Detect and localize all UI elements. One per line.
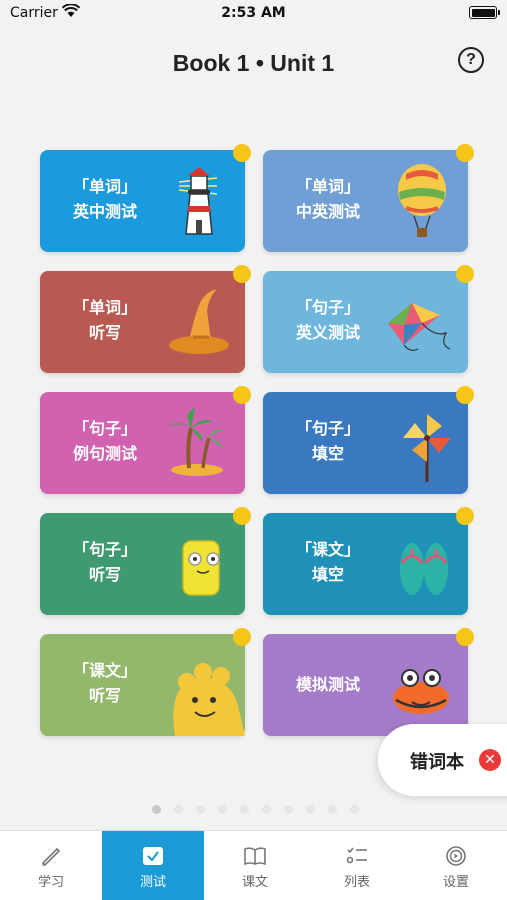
sponge-icon xyxy=(182,540,220,596)
tab-list[interactable]: 列表 xyxy=(306,831,408,900)
wrong-book-button[interactable]: 错词本 ✕ xyxy=(378,724,507,796)
lighthouse-icon xyxy=(178,167,218,235)
card-word-zh-en[interactable]: 「单词」 中英测试 xyxy=(263,144,474,252)
page-dot[interactable] xyxy=(306,805,315,814)
card-word-dictation[interactable]: 「单词」 听写 xyxy=(40,265,251,373)
card-text-fill[interactable]: 「课文」 填空 xyxy=(263,507,474,615)
card-label: 「句子」 填空 xyxy=(295,419,360,463)
badge-dot xyxy=(233,628,251,646)
tab-test[interactable]: 测试 xyxy=(102,831,204,900)
pinwheel-icon xyxy=(403,414,451,482)
checkbox-icon xyxy=(143,847,163,865)
card-label: 「句子」 听写 xyxy=(72,540,137,584)
badge-dot xyxy=(456,265,474,283)
card-label: 「句子」 例句测试 xyxy=(72,419,137,463)
badge-dot xyxy=(233,386,251,404)
crab-icon xyxy=(393,669,449,714)
badge-dot xyxy=(456,628,474,646)
play-circle-icon xyxy=(446,846,466,866)
page-dot[interactable] xyxy=(262,805,271,814)
hot-air-balloon-icon xyxy=(398,164,446,237)
page-dot[interactable] xyxy=(284,805,293,814)
page-dot[interactable] xyxy=(350,805,359,814)
page-dot[interactable] xyxy=(218,805,227,814)
battery-icon xyxy=(469,6,500,19)
page-title: Book 1 • Unit 1 xyxy=(172,50,335,76)
card-label: 「单词」 中英测试 xyxy=(295,177,360,221)
close-icon[interactable]: ✕ xyxy=(479,749,501,771)
card-word-en-zh[interactable]: 「单词」 英中测试 xyxy=(40,144,251,252)
page-dot[interactable] xyxy=(152,805,161,814)
tab-bar: 学习 测试 课文 列表 设置 xyxy=(0,830,507,900)
badge-dot xyxy=(233,265,251,283)
page-dot[interactable] xyxy=(174,805,183,814)
card-label: 「句子」 英义测试 xyxy=(295,298,360,342)
card-mock-test[interactable]: 模拟测试 xyxy=(263,628,474,736)
status-bar: Carrier 2:53 AM xyxy=(0,0,507,28)
badge-dot xyxy=(233,144,251,162)
pencil-icon xyxy=(41,847,61,867)
book-icon xyxy=(244,847,266,866)
badge-dot xyxy=(456,386,474,404)
card-label: 「课文」 填空 xyxy=(295,540,360,584)
palm-island-icon xyxy=(169,408,223,476)
card-text-dictation[interactable]: 「课文」 听写 xyxy=(40,628,251,736)
card-sentence-meaning[interactable]: 「句子」 英义测试 xyxy=(263,265,474,373)
card-sentence-dictation[interactable]: 「句子」 听写 xyxy=(40,507,251,615)
card-label: 模拟测试 xyxy=(295,675,360,694)
witch-hat-icon xyxy=(169,289,229,354)
card-label: 「单词」 英中测试 xyxy=(72,177,137,221)
help-icon[interactable]: ? xyxy=(458,47,484,73)
paw-icon xyxy=(173,663,245,736)
card-label: 「单词」 听写 xyxy=(72,298,137,342)
badge-dot xyxy=(456,507,474,525)
card-sentence-example[interactable]: 「句子」 例句测试 xyxy=(40,386,251,494)
page-dot[interactable] xyxy=(196,805,205,814)
flip-flops-icon xyxy=(400,543,448,595)
badge-dot xyxy=(456,144,474,162)
wrong-book-label: 错词本 xyxy=(410,752,464,773)
kite-icon xyxy=(388,303,451,351)
card-sentence-fill[interactable]: 「句子」 填空 xyxy=(263,386,474,494)
page-dot[interactable] xyxy=(240,805,249,814)
list-icon xyxy=(346,847,367,864)
tab-study[interactable]: 学习 xyxy=(0,831,102,900)
tab-settings[interactable]: 设置 xyxy=(405,831,507,900)
page-dot[interactable] xyxy=(328,805,337,814)
badge-dot xyxy=(233,507,251,525)
status-time: 2:53 AM xyxy=(221,5,286,21)
card-label: 「课文」 听写 xyxy=(72,661,137,705)
tab-text[interactable]: 课文 xyxy=(204,831,306,900)
